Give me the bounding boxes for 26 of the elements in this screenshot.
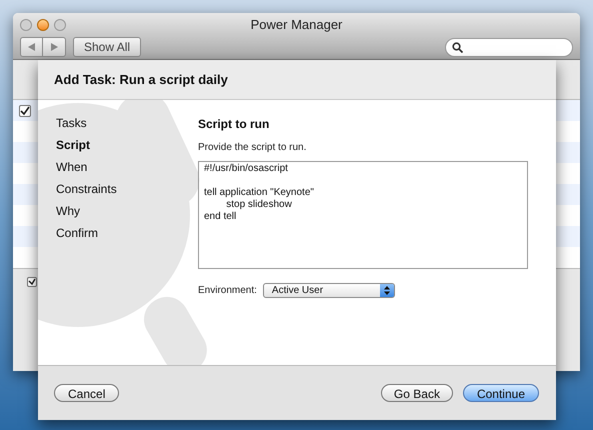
instruction-text: Provide the script to run. xyxy=(198,141,308,155)
script-field[interactable]: #!/usr/bin/osascript tell application "Keynote" stop slideshow end tell xyxy=(198,161,528,269)
stepper-arrows-icon xyxy=(380,284,394,297)
continue-button[interactable]: Continue xyxy=(462,384,539,402)
step-item[interactable]: Script xyxy=(56,136,198,153)
show-all-button[interactable]: Show All xyxy=(73,37,142,57)
zoom-button[interactable] xyxy=(54,18,66,30)
search-icon xyxy=(452,42,463,52)
close-button[interactable] xyxy=(20,18,32,30)
go-back-button[interactable]: Go Back xyxy=(380,384,453,402)
step-item[interactable]: Why xyxy=(56,202,198,219)
step-item[interactable]: Constraints xyxy=(56,180,198,197)
step-item[interactable]: Tasks xyxy=(56,114,198,131)
cancel-button[interactable]: Cancel xyxy=(54,384,120,402)
step-item[interactable]: When xyxy=(56,158,198,175)
section-heading: Script to run xyxy=(198,116,270,133)
window-title: Power Manager xyxy=(250,16,342,34)
environment-popup[interactable]: Active User xyxy=(262,283,395,298)
sheet-title: Add Task: Run a script daily xyxy=(54,70,228,89)
environment-label: Environment: xyxy=(198,284,257,298)
search-field[interactable] xyxy=(445,38,573,56)
checkbox[interactable] xyxy=(19,104,31,116)
back-forward-control[interactable] xyxy=(20,37,66,57)
minimize-button[interactable] xyxy=(37,18,49,30)
step-item[interactable]: Confirm xyxy=(56,224,198,241)
checkbox[interactable] xyxy=(27,277,37,287)
